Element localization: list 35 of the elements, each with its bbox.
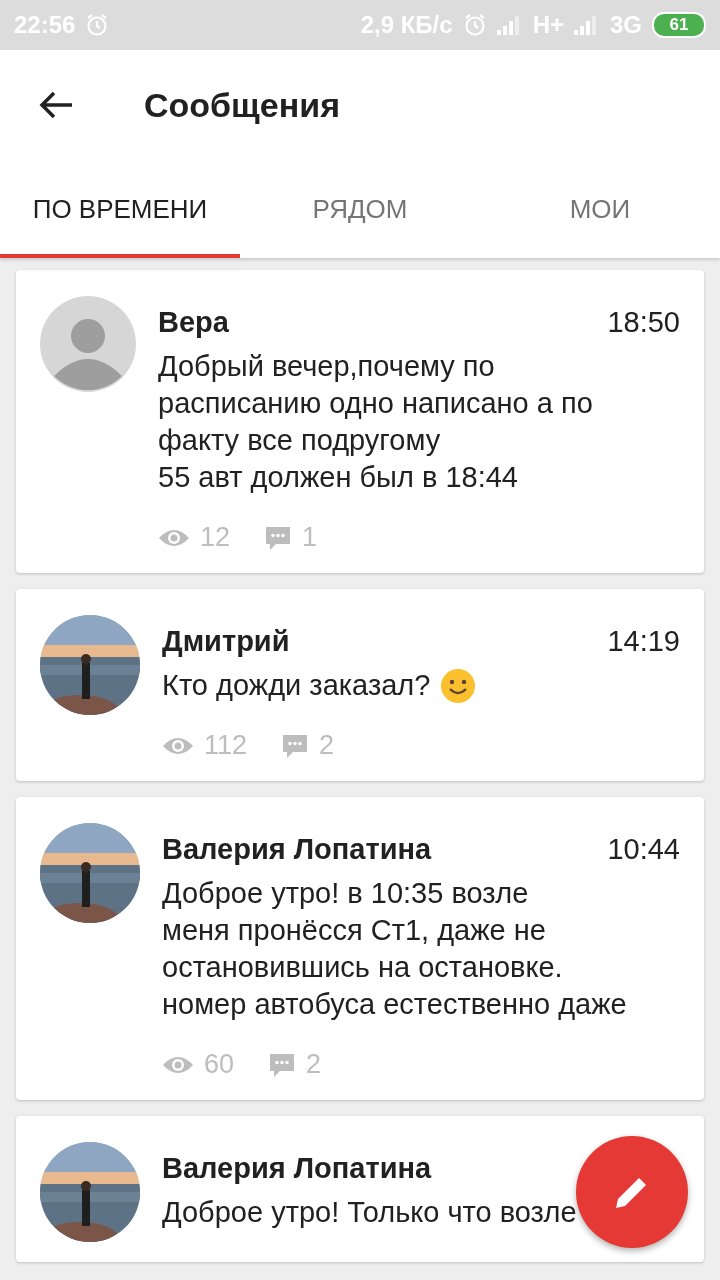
message-time: 10:44 [607, 832, 680, 866]
message-time: 14:19 [607, 624, 680, 658]
message-card[interactable]: Дмитрий 14:19 Кто дожди заказал? 112 2 [16, 589, 704, 781]
comment-icon [268, 1051, 297, 1078]
view-count: 12 [200, 522, 231, 553]
message-text: Добрый вечер,почему по расписанию одно написано а по факту все подругому 55 авт должен был в 18:44 [158, 349, 593, 495]
message-card[interactable]: Валерия Лопатина Доброе утро! Только что возле [16, 1116, 704, 1262]
tab[interactable]: МОИ [480, 160, 720, 258]
tab[interactable]: РЯДОМ [240, 160, 480, 258]
eye-icon [162, 735, 194, 756]
comment-icon [264, 524, 293, 551]
alarm-icon [462, 13, 487, 37]
sender-name: Валерия Лопатина [162, 832, 432, 866]
comment-icon [281, 732, 310, 759]
eye-icon [158, 527, 190, 548]
comment-count: 1 [302, 522, 318, 553]
tab[interactable]: ПО ВРЕМЕНИ [0, 160, 240, 258]
view-count: 60 [204, 1049, 235, 1080]
message-text: Доброе утро! Только что возле [162, 1195, 577, 1230]
message-card[interactable]: Вера 18:50 Добрый вечер,почему по расписанию одно написано а по факту все подругому 55 авт должен был в 18:44 12 1 [16, 270, 704, 573]
back-arrow-icon[interactable] [38, 90, 74, 120]
sender-name: Вера [158, 305, 229, 339]
comment-count: 2 [306, 1049, 322, 1080]
message-card[interactable]: Валерия Лопатина 10:44 Доброе утро! в 10:35 возле меня пронёсся Ст1, даже не остановившись на остановке. номер автобуса естественно даже 60 2 [16, 797, 704, 1100]
page-title: Сообщения [144, 85, 340, 125]
sender-name: Валерия Лопатина [162, 1151, 432, 1185]
sender-name: Дмитрий [162, 624, 290, 658]
view-count: 112 [204, 730, 248, 761]
battery-icon: 61 [652, 12, 706, 38]
message-text: Кто дожди заказал? [162, 668, 431, 703]
message-time: 18:50 [607, 305, 680, 339]
eye-icon [162, 1054, 194, 1075]
avatar-icon [40, 296, 136, 392]
comment-count: 2 [319, 730, 335, 761]
message-text: Доброе утро! в 10:35 возле меня пронёсся Ст1, даже не остановившись на остановке. номер автобуса естественно даже [162, 876, 627, 1022]
